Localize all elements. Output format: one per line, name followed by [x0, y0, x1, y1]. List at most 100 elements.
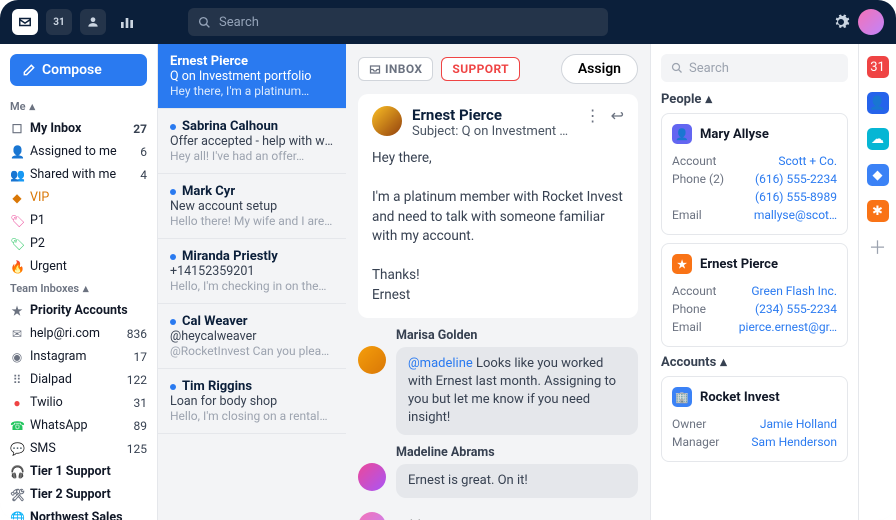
sidebar-item-nwsales[interactable]: 🌐Northwest Sales	[0, 506, 157, 520]
people-card[interactable]: 👤Mary Allyse AccountScott + Co. Phone (2…	[661, 113, 848, 235]
commenter-avatar	[358, 463, 386, 491]
add-app-icon[interactable]: ＋	[867, 236, 889, 258]
tag-icon: 🏷	[10, 214, 24, 228]
app-rail: 31 👤 ☁ ◆ ✱ ＋	[858, 44, 896, 520]
sidebar-item-vip[interactable]: ◆VIP	[0, 186, 157, 209]
unread-dot-icon	[170, 189, 176, 195]
conv-preview: Hey there, I'm a platinum…	[170, 84, 334, 98]
topbar-search[interactable]: Search	[188, 8, 608, 36]
star-icon: ★	[10, 304, 24, 318]
person-icon: 👤	[10, 145, 24, 159]
people-card[interactable]: ★Ernest Pierce AccountGreen Flash Inc. P…	[661, 243, 848, 347]
more-icon[interactable]: ⋮	[585, 106, 601, 125]
twilio-icon: ●	[10, 396, 24, 410]
conv-subject: Loan for body shop	[170, 394, 334, 409]
inbox-chip[interactable]: INBOX	[358, 57, 433, 81]
conversation-item[interactable]: Sabrina Calhoun Offer accepted - help wi…	[158, 109, 346, 174]
conv-preview: Hello, I'm checking in on the…	[170, 279, 334, 293]
comment-sender: Marisa Golden	[396, 328, 638, 343]
thread-subject: Subject: Q on Investment port…	[412, 124, 575, 139]
panel-search[interactable]: Search	[661, 54, 848, 82]
headset-icon: 🎧	[10, 465, 24, 479]
support-chip[interactable]: SUPPORT	[441, 57, 520, 81]
conversation-item[interactable]: Miranda Priestly +14152359201 Hello, I'm…	[158, 239, 346, 304]
sidebar-item-priority[interactable]: ★Priority Accounts	[0, 299, 157, 322]
conv-subject: +14152359201	[170, 264, 334, 279]
sidebar-item-tier2[interactable]: 🛠Tier 2 Support	[0, 483, 157, 506]
sidebar-item-p2[interactable]: 🏷P2	[0, 232, 157, 255]
building-icon: 🏢	[672, 387, 692, 407]
person-name: Ernest Pierce	[700, 257, 778, 272]
sidebar-item-twilio[interactable]: ●Twilio31	[0, 391, 157, 414]
section-people[interactable]: People▴	[661, 92, 848, 107]
sidebar-item-shared[interactable]: 👥Shared with me4	[0, 163, 157, 186]
conv-name: Cal Weaver	[170, 314, 334, 329]
account-card[interactable]: 🏢Rocket Invest OwnerJamie Holland Manage…	[661, 376, 848, 462]
comment-sender: Madeline Abrams	[396, 445, 638, 460]
comment-bubble: @madeline Looks like you worked with Ern…	[396, 347, 638, 436]
sidebar-header-team[interactable]: Team Inboxes ▴	[0, 278, 157, 299]
comment: Marisa Golden @madeline Looks like you w…	[358, 328, 638, 436]
hubspot-icon[interactable]: ✱	[867, 200, 889, 222]
unread-dot-icon	[170, 319, 176, 325]
contacts-app-icon[interactable]: 👤	[867, 92, 889, 114]
sidebar-item-instagram[interactable]: ◉Instagram17	[0, 345, 157, 368]
conversation-item[interactable]: Cal Weaver @heycalweaver @RocketInvest C…	[158, 304, 346, 369]
conversation-item[interactable]: Tim Riggins Loan for body shop Hello, I'…	[158, 369, 346, 434]
fire-icon: 🔥	[10, 260, 24, 274]
people-icon: 👥	[10, 168, 24, 182]
mail-icon: ✉	[10, 327, 24, 341]
unread-dot-icon	[170, 124, 176, 130]
analytics-icon[interactable]	[114, 9, 140, 35]
chevron-up-icon: ▴	[30, 100, 36, 113]
comment-bubble: Ernest is great. On it!	[396, 464, 638, 498]
sidebar-item-urgent[interactable]: 🔥Urgent	[0, 255, 157, 278]
inbox-icon[interactable]	[12, 9, 38, 35]
mention[interactable]: @madeline	[408, 356, 473, 371]
sidebar-item-dialpad[interactable]: ⠿Dialpad122	[0, 368, 157, 391]
sidebar-item-whatsapp[interactable]: ☎WhatsApp89	[0, 414, 157, 437]
reader-top: INBOX SUPPORT Assign	[358, 54, 638, 84]
contacts-icon[interactable]	[80, 9, 106, 35]
diamond-icon: ◆	[10, 191, 24, 205]
chevron-up-icon: ▴	[83, 282, 89, 295]
user-avatar[interactable]	[858, 9, 884, 35]
sidebar-item-assigned[interactable]: 👤Assigned to me6	[0, 140, 157, 163]
assign-button[interactable]: Assign	[561, 54, 638, 84]
star-icon: ★	[672, 254, 692, 274]
chevron-up-icon: ▴	[720, 355, 727, 370]
email-body: Hey there, I'm a platinum member with Ro…	[372, 149, 624, 306]
section-accounts[interactable]: Accounts▴	[661, 355, 848, 370]
instagram-icon: ◉	[10, 350, 24, 364]
sidebar-item-tier1[interactable]: 🎧Tier 1 Support	[0, 460, 157, 483]
reply-icon[interactable]: ↩	[611, 106, 624, 125]
conversation-list: Ernest Pierce Q on Investment portfolio …	[158, 44, 346, 520]
conv-name: Mark Cyr	[170, 184, 334, 199]
conversation-item[interactable]: Ernest Pierce Q on Investment portfolio …	[158, 44, 346, 109]
sidebar-item-sms[interactable]: 💬SMS125	[0, 437, 157, 460]
compose-button[interactable]: Compose	[10, 54, 147, 86]
chat-icon: 💬	[10, 442, 24, 456]
salesforce-icon[interactable]: ☁	[867, 128, 889, 150]
sidebar-header-me[interactable]: Me ▴	[0, 96, 157, 117]
jira-icon[interactable]: ◆	[867, 164, 889, 186]
tray-icon	[369, 63, 381, 75]
dialpad-icon: ⠿	[10, 373, 24, 387]
commenter-avatar	[358, 346, 386, 374]
person-name: Mary Allyse	[700, 127, 769, 142]
gcal-icon[interactable]: 31	[867, 56, 889, 78]
tools-icon: 🛠	[10, 488, 24, 502]
calendar-icon[interactable]: 31	[46, 9, 72, 35]
right-panel: Search People▴ 👤Mary Allyse AccountScott…	[650, 44, 858, 520]
tag-icon: 🏷	[10, 237, 24, 251]
comment: Madeline Abrams Ernest is great. On it!	[358, 445, 638, 498]
conv-name: Ernest Pierce	[170, 54, 334, 69]
sidebar-item-help[interactable]: ✉help@ri.com836	[0, 322, 157, 345]
sidebar-item-myinbox[interactable]: ☐My Inbox27	[0, 117, 157, 140]
gear-icon[interactable]	[832, 13, 850, 31]
person-icon: 👤	[672, 124, 692, 144]
conv-preview: @RocketInvest Can you pleas…	[170, 344, 334, 358]
conv-subject: Q on Investment portfolio	[170, 69, 334, 84]
conversation-item[interactable]: Mark Cyr New account setup Hello there! …	[158, 174, 346, 239]
sidebar-item-p1[interactable]: 🏷P1	[0, 209, 157, 232]
